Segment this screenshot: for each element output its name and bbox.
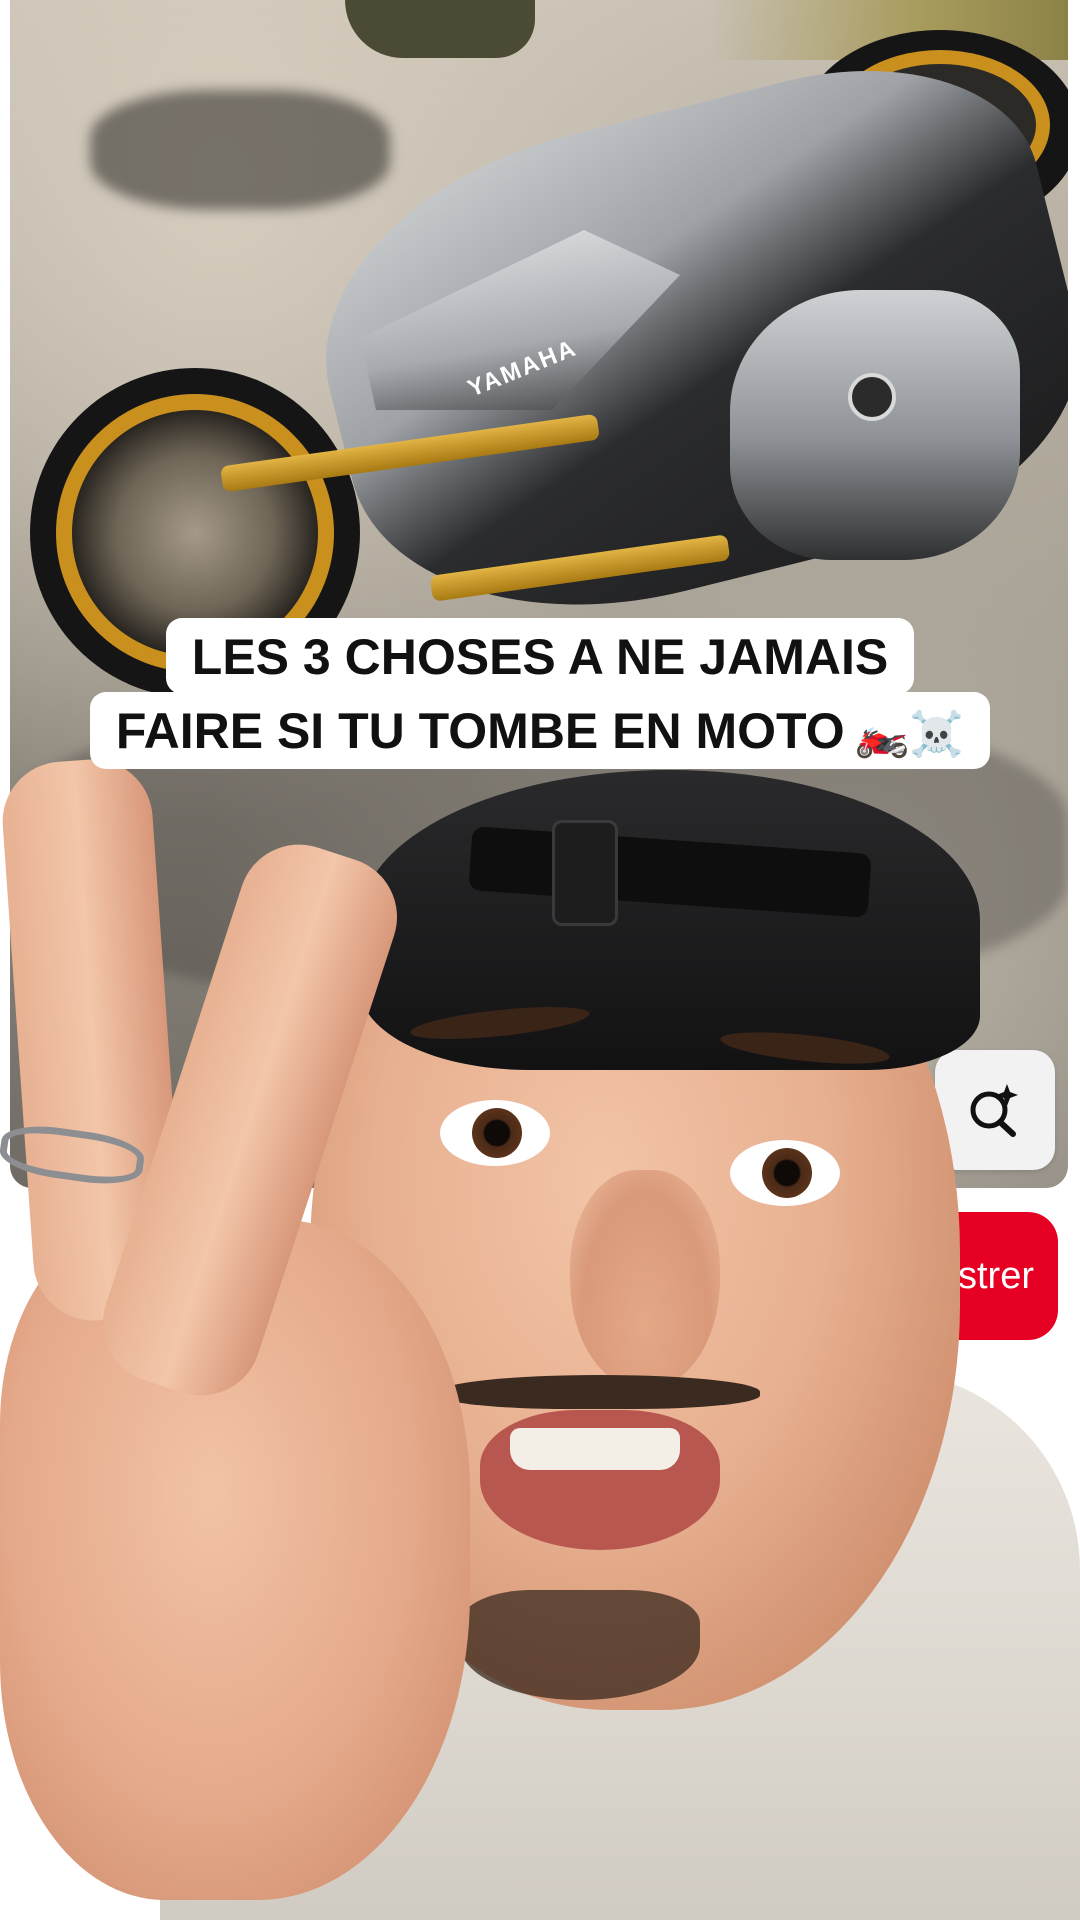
visual-search-icon — [970, 1084, 1018, 1137]
nose — [570, 1170, 720, 1390]
video-frame: YAMAHA 7 istrer LES 3 CHOSES A NE JAMAIS… — [0, 0, 1080, 1920]
save-button[interactable]: istrer — [880, 1212, 1058, 1340]
caption-line-2: FAIRE SI TU TOMBE EN MOTO 🏍️☠️ — [89, 692, 991, 769]
motorcycle-skull-emoji: 🏍️☠️ — [854, 709, 965, 759]
video-caption: LES 3 CHOSES A NE JAMAIS FAIRE SI TU TOM… — [0, 618, 1080, 769]
mouth — [480, 1410, 720, 1550]
caption-line-2-text: FAIRE SI TU TOMBE EN MOTO — [115, 703, 845, 759]
comments-button[interactable]: 7 — [240, 1240, 334, 1310]
goatee — [460, 1590, 700, 1700]
motorcycle: YAMAHA — [10, 0, 1068, 1188]
speech-bubble-icon — [243, 1246, 301, 1304]
comment-count: 7 — [318, 1259, 334, 1290]
save-button-label: istrer — [949, 1254, 1034, 1297]
presenter-neck — [420, 1300, 780, 1560]
mustache — [440, 1375, 760, 1409]
caption-line-1: LES 3 CHOSES A NE JAMAIS — [165, 618, 915, 694]
pin-image[interactable]: YAMAHA — [10, 0, 1068, 1188]
visual-search-button[interactable] — [935, 1050, 1055, 1170]
palm — [0, 1220, 470, 1900]
presenter-shirt — [160, 1370, 1080, 1920]
fuel-tank — [730, 290, 1020, 560]
tank-emblem — [848, 373, 896, 421]
